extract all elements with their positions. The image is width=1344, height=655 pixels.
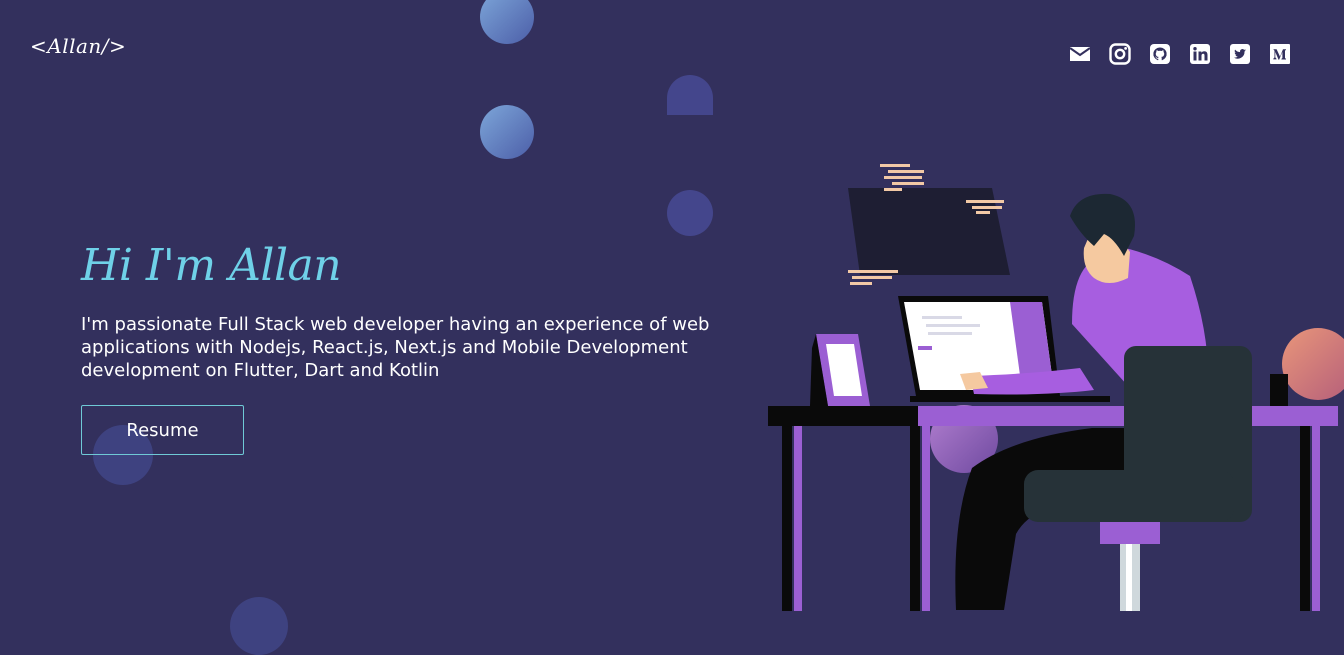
instagram-link[interactable]: [1108, 42, 1132, 66]
resume-button[interactable]: Resume: [81, 405, 244, 455]
twitter-link[interactable]: [1228, 42, 1252, 66]
site-logo[interactable]: <Allan/>: [30, 34, 126, 58]
code-monitor: [848, 164, 1010, 285]
mail-icon: [1069, 47, 1091, 61]
decorative-circle: [480, 105, 534, 159]
social-links: [1068, 42, 1292, 66]
medium-link[interactable]: [1268, 42, 1292, 66]
decorative-circle: [667, 190, 713, 236]
developer-illustration: [768, 164, 1338, 611]
decorative-circle: [480, 0, 534, 44]
github-link[interactable]: [1148, 42, 1172, 66]
hero-description: I'm passionate Full Stack web developer …: [81, 314, 710, 381]
hero-title: Hi I'm Allan: [81, 240, 342, 291]
decorative-circle: [230, 597, 288, 655]
medium-icon: [1270, 44, 1290, 64]
photo-frame: [810, 334, 870, 406]
mail-link[interactable]: [1068, 42, 1092, 66]
linkedin-link[interactable]: [1188, 42, 1212, 66]
decorative-circle: [667, 75, 713, 115]
instagram-icon: [1109, 43, 1131, 65]
linkedin-icon: [1190, 44, 1210, 64]
twitter-icon: [1230, 44, 1250, 64]
github-icon: [1150, 44, 1170, 64]
coffee-cup: [1270, 374, 1288, 406]
